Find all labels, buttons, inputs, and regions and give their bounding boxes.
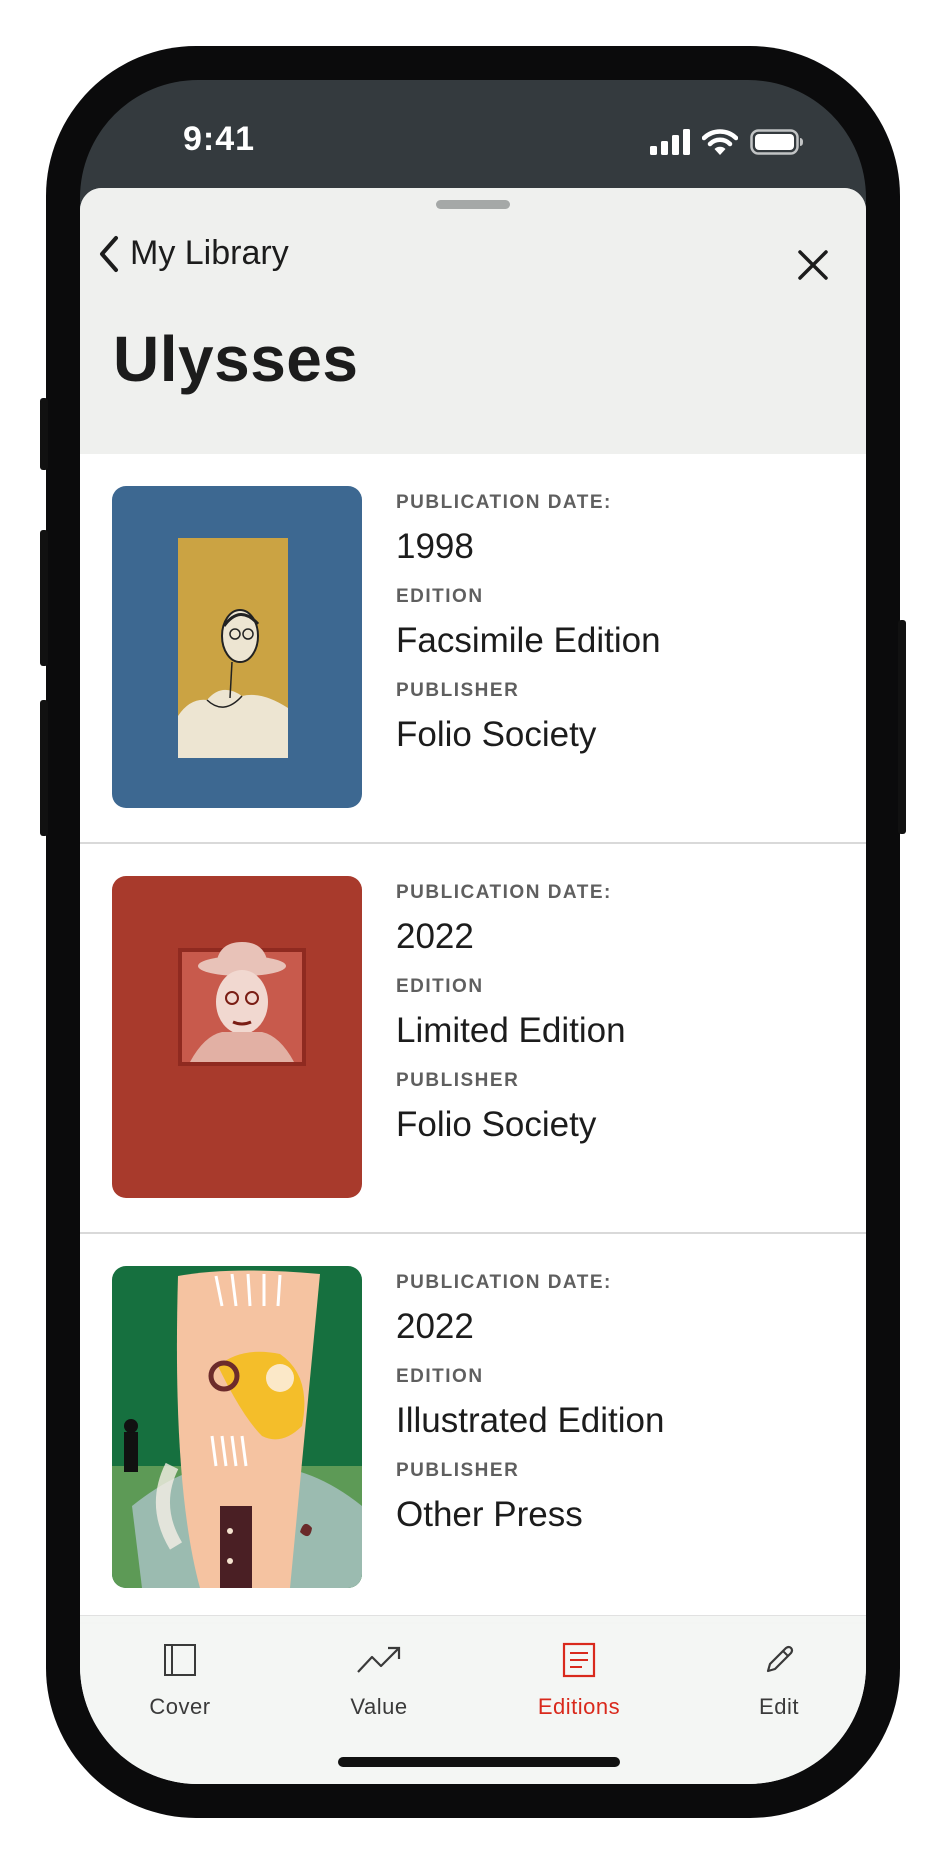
list-document-icon bbox=[562, 1642, 596, 1678]
edition-value: Limited Edition bbox=[396, 1011, 626, 1050]
edition-row[interactable]: PUBLICATION DATE: 2022 EDITION Limited E… bbox=[80, 844, 866, 1234]
sheet-header: My Library Ulysses bbox=[80, 188, 866, 454]
sheet-grabber[interactable] bbox=[436, 200, 510, 209]
close-icon[interactable] bbox=[796, 248, 830, 282]
publisher-label: PUBLISHER bbox=[396, 1460, 520, 1481]
edition-label: EDITION bbox=[396, 586, 484, 607]
silent-switch bbox=[40, 398, 48, 470]
back-label: My Library bbox=[130, 234, 289, 272]
publisher-label: PUBLISHER bbox=[396, 1070, 520, 1091]
trend-up-icon bbox=[357, 1646, 401, 1673]
screen: 9:41 My Library Ulysses PUBLICATION DATE… bbox=[80, 80, 866, 1784]
page-title: Ulysses bbox=[113, 323, 359, 395]
tab-label: Cover bbox=[149, 1694, 211, 1719]
publication-date-label: PUBLICATION DATE: bbox=[396, 1272, 612, 1293]
tab-label: Edit bbox=[759, 1694, 799, 1719]
publication-date-value: 2022 bbox=[396, 917, 474, 956]
publisher-value: Folio Society bbox=[396, 1105, 597, 1144]
status-icons bbox=[650, 128, 804, 156]
tab-editions[interactable]: Editions bbox=[499, 1638, 659, 1720]
edition-row[interactable]: PUBLICATION DATE: 2022 EDITION Illustrat… bbox=[80, 1234, 866, 1624]
publication-date-value: 1998 bbox=[396, 527, 474, 566]
pencil-icon bbox=[766, 1645, 794, 1673]
publication-date-label: PUBLICATION DATE: bbox=[396, 492, 612, 513]
book-cover-image bbox=[112, 876, 362, 1198]
wifi-icon bbox=[702, 129, 738, 155]
status-time: 9:41 bbox=[183, 120, 256, 158]
back-button[interactable]: My Library bbox=[98, 234, 289, 273]
volume-down-button bbox=[40, 700, 48, 836]
cellular-signal-icon bbox=[650, 129, 690, 155]
status-bar: 9:41 bbox=[80, 80, 866, 190]
book-cover-image bbox=[112, 1266, 362, 1588]
publisher-value: Other Press bbox=[396, 1495, 583, 1534]
edition-info: PUBLICATION DATE: 1998 EDITION Facsimile… bbox=[396, 492, 661, 774]
edition-row[interactable]: PUBLICATION DATE: 1998 EDITION Facsimile… bbox=[80, 454, 866, 844]
tab-value[interactable]: Value bbox=[299, 1638, 459, 1720]
battery-icon bbox=[750, 129, 803, 155]
volume-up-button bbox=[40, 530, 48, 666]
publication-date-label: PUBLICATION DATE: bbox=[396, 882, 612, 903]
edition-info: PUBLICATION DATE: 2022 EDITION Limited E… bbox=[396, 882, 626, 1164]
edition-value: Illustrated Edition bbox=[396, 1401, 665, 1440]
publisher-label: PUBLISHER bbox=[396, 680, 520, 701]
home-indicator[interactable] bbox=[338, 1757, 620, 1767]
book-cover-image bbox=[112, 486, 362, 808]
book-cover-icon bbox=[164, 1644, 196, 1676]
publication-date-value: 2022 bbox=[396, 1307, 474, 1346]
edition-label: EDITION bbox=[396, 1366, 484, 1387]
editions-list: PUBLICATION DATE: 1998 EDITION Facsimile… bbox=[80, 454, 866, 1624]
tab-edit[interactable]: Edit bbox=[699, 1638, 859, 1720]
chevron-left-icon bbox=[100, 235, 118, 272]
edition-label: EDITION bbox=[396, 976, 484, 997]
edition-value: Facsimile Edition bbox=[396, 621, 661, 660]
edition-sheet: My Library Ulysses PUBLICATION DATE: 199… bbox=[80, 188, 866, 1784]
tab-cover[interactable]: Cover bbox=[100, 1638, 260, 1720]
edition-info: PUBLICATION DATE: 2022 EDITION Illustrat… bbox=[396, 1272, 664, 1554]
tab-bar: Cover Value Editions Edit bbox=[80, 1615, 866, 1784]
publisher-value: Folio Society bbox=[396, 715, 597, 754]
tab-label: Value bbox=[350, 1694, 408, 1719]
tab-label: Editions bbox=[537, 1694, 621, 1719]
power-button bbox=[898, 620, 906, 834]
